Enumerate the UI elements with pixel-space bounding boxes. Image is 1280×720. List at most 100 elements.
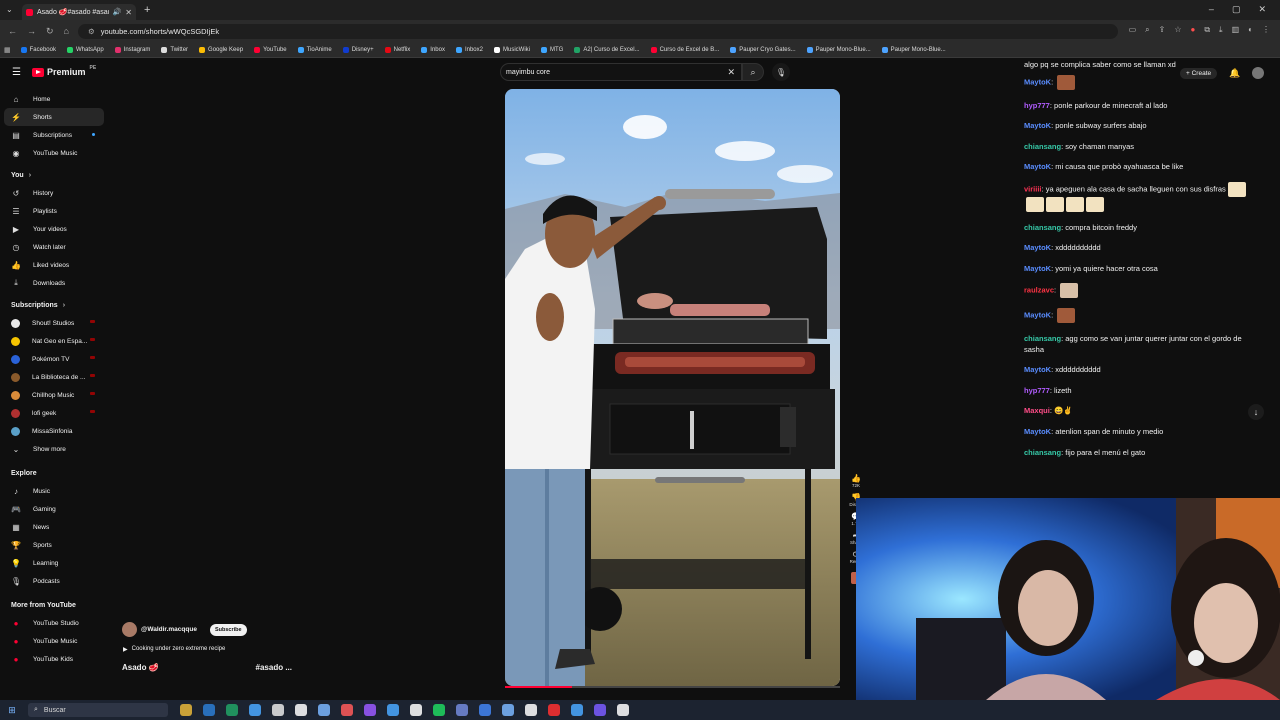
taskbar-app-icon[interactable] [410,704,422,716]
bookmark-item[interactable]: Instagram [114,46,150,53]
share-page-icon[interactable]: ⇪ [1159,25,1166,35]
short-hashtag[interactable]: #asado ... [256,663,292,672]
chat-username[interactable]: MaytoK [1024,365,1051,374]
browser-tab[interactable]: Asado 🥩#asado #asado... 🔊 ✕ [22,4,136,20]
bookmark-item[interactable]: Inbox2 [455,46,483,53]
taskbar-app-icon[interactable] [433,704,445,716]
home-browser-icon[interactable]: ⌂ [64,26,69,37]
sidebar-item[interactable]: ▤ Subscriptions [0,126,110,144]
sidebar-item[interactable]: ↺ History [0,184,110,202]
sidebar-item[interactable]: ◉ YouTube Music [0,144,110,162]
bookmark-item[interactable]: Google Keep [199,46,243,53]
sidebar-item[interactable]: ☰ Playlists [0,202,110,220]
bookmark-item[interactable]: Pauper Mono-Blue... [806,46,871,53]
bookmark-item[interactable]: Twitter [161,46,188,53]
sidebar-item[interactable]: ⌂ Home [0,90,110,108]
sidebar-item[interactable]: ▦ News [0,518,110,536]
bookmark-item[interactable]: Pauper Cryo Gates... [730,46,796,53]
chat-username[interactable]: hyp777 [1024,386,1050,395]
video-progress-bar[interactable] [505,686,840,688]
taskbar-app-icon[interactable] [203,704,215,716]
voice-search-button[interactable]: 🎙 [772,63,790,81]
bookmark-item[interactable]: MusicWiki [493,46,530,53]
new-tab-icon[interactable]: + [144,4,150,16]
search-button[interactable]: ⌕ [742,63,764,81]
close-window-icon[interactable]: ✕ [1258,4,1266,15]
sidebar-item[interactable]: 🎮 Gaming [0,500,110,518]
channel-name[interactable]: @Waldir.macqque [141,626,197,633]
sidepanel-icon[interactable]: ▥ [1232,25,1240,35]
chat-username[interactable]: raulzavc [1024,286,1054,295]
url-input[interactable]: ⚙ youtube.com/shorts/wWQcSGDIjEk [78,24,1118,39]
site-info-icon[interactable]: ⚙ [88,27,95,36]
sidebar-item[interactable]: 🎙 Podcasts [0,572,110,590]
taskbar-app-icon[interactable] [272,704,284,716]
taskbar-app-icon[interactable] [249,704,261,716]
windows-start-icon[interactable]: ⊞ [2,705,22,716]
zoom-icon[interactable]: ⌕ [1145,25,1149,35]
taskbar-app-icon[interactable] [318,704,330,716]
sidebar-item[interactable]: 👍 Liked videos [0,256,110,274]
chat-username[interactable]: chiansang [1024,448,1061,457]
sidebar-item[interactable]: ♪ Music [0,482,110,500]
sidebar-section-heading[interactable]: Subscriptions › [0,296,110,314]
chat-username[interactable]: chiansang [1024,223,1061,232]
forward-icon[interactable]: → [27,26,36,37]
taskbar-app-icon[interactable] [456,704,468,716]
sidebar-item[interactable]: Chillhop Music [0,386,110,404]
bookmark-item[interactable]: YouTube [254,46,287,53]
taskbar-app-icon[interactable] [594,704,606,716]
extensions-puzzle-icon[interactable]: ⧉ [1204,25,1210,35]
guide-menu-icon[interactable]: ☰ [12,67,21,78]
bookmark-item[interactable]: A2| Curso de Excel... [574,46,640,53]
sidebar-item[interactable]: ⌄ Show more [0,440,110,458]
reload-icon[interactable]: ↻ [46,26,54,37]
chat-username[interactable]: Maxqui [1024,406,1050,415]
bookmark-item[interactable]: Netflix [384,46,410,53]
sidebar-item[interactable]: 💡 Learning [0,554,110,572]
short-recipe-link[interactable]: ▶ Cooking under zero extreme recipe [123,646,225,653]
taskbar-app-icon[interactable] [479,704,491,716]
subscribe-button[interactable]: Subscribe [209,623,247,636]
chat-username[interactable]: chiansang [1024,334,1061,343]
chat-username[interactable]: MaytoK [1024,77,1051,86]
profile-icon[interactable]: ◐ [1248,25,1253,35]
taskbar-search-input[interactable]: ⌕ Buscar [28,703,168,717]
channel-avatar[interactable] [122,622,137,637]
bookmark-item[interactable]: WhatsApp [66,46,104,53]
sidebar-item[interactable]: Pokémon TV [0,350,110,368]
youtube-premium-logo[interactable]: Premium PE [32,65,96,77]
sidebar-item[interactable]: ⚡ Shorts [4,108,104,126]
bookmark-item[interactable]: Facebook [20,46,56,53]
search-input[interactable]: mayimbu core ✕ [500,63,742,81]
bookmark-star-icon[interactable]: ☆ [1174,25,1181,35]
apps-icon[interactable]: ▦ [4,46,11,54]
taskbar-app-icon[interactable] [617,704,629,716]
sidebar-item[interactable]: La Biblioteca de ... [0,368,110,386]
chat-username[interactable]: MaytoK [1024,243,1051,252]
bookmark-item[interactable]: Disney+ [342,46,374,53]
cast-icon[interactable]: ▭ [1129,25,1137,35]
downloads-browser-icon[interactable]: ⤓ [1219,25,1223,35]
chat-username[interactable]: MaytoK [1024,310,1051,319]
browser-menu-icon[interactable]: ⋮ [1262,25,1270,35]
sidebar-item[interactable]: 🏆 Sports [0,536,110,554]
sidebar-section-heading[interactable]: You › [0,166,110,184]
sidebar-item[interactable]: ● YouTube Kids [0,650,110,668]
sidebar-item[interactable]: ● YouTube Studio [0,614,110,632]
bookmark-item[interactable]: MTG [540,46,563,53]
scroll-down-button[interactable]: ↓ [1248,404,1264,420]
taskbar-app-icon[interactable] [548,704,560,716]
clear-search-icon[interactable]: ✕ [727,67,735,78]
chat-username[interactable]: hyp777 [1024,101,1050,110]
taskbar-app-icon[interactable] [571,704,583,716]
tab-search-icon[interactable]: ⌄ [6,5,13,14]
sidebar-item[interactable]: ▶ Your videos [0,220,110,238]
taskbar-app-icon[interactable] [364,704,376,716]
maximize-icon[interactable]: ▢ [1232,4,1241,15]
taskbar-app-icon[interactable] [502,704,514,716]
sidebar-item[interactable]: Nat Geo en Espa... [0,332,110,350]
chat-username[interactable]: MaytoK [1024,264,1051,273]
tab-audio-icon[interactable]: 🔊 [113,8,122,16]
sidebar-item[interactable]: Shout! Studios [0,314,110,332]
